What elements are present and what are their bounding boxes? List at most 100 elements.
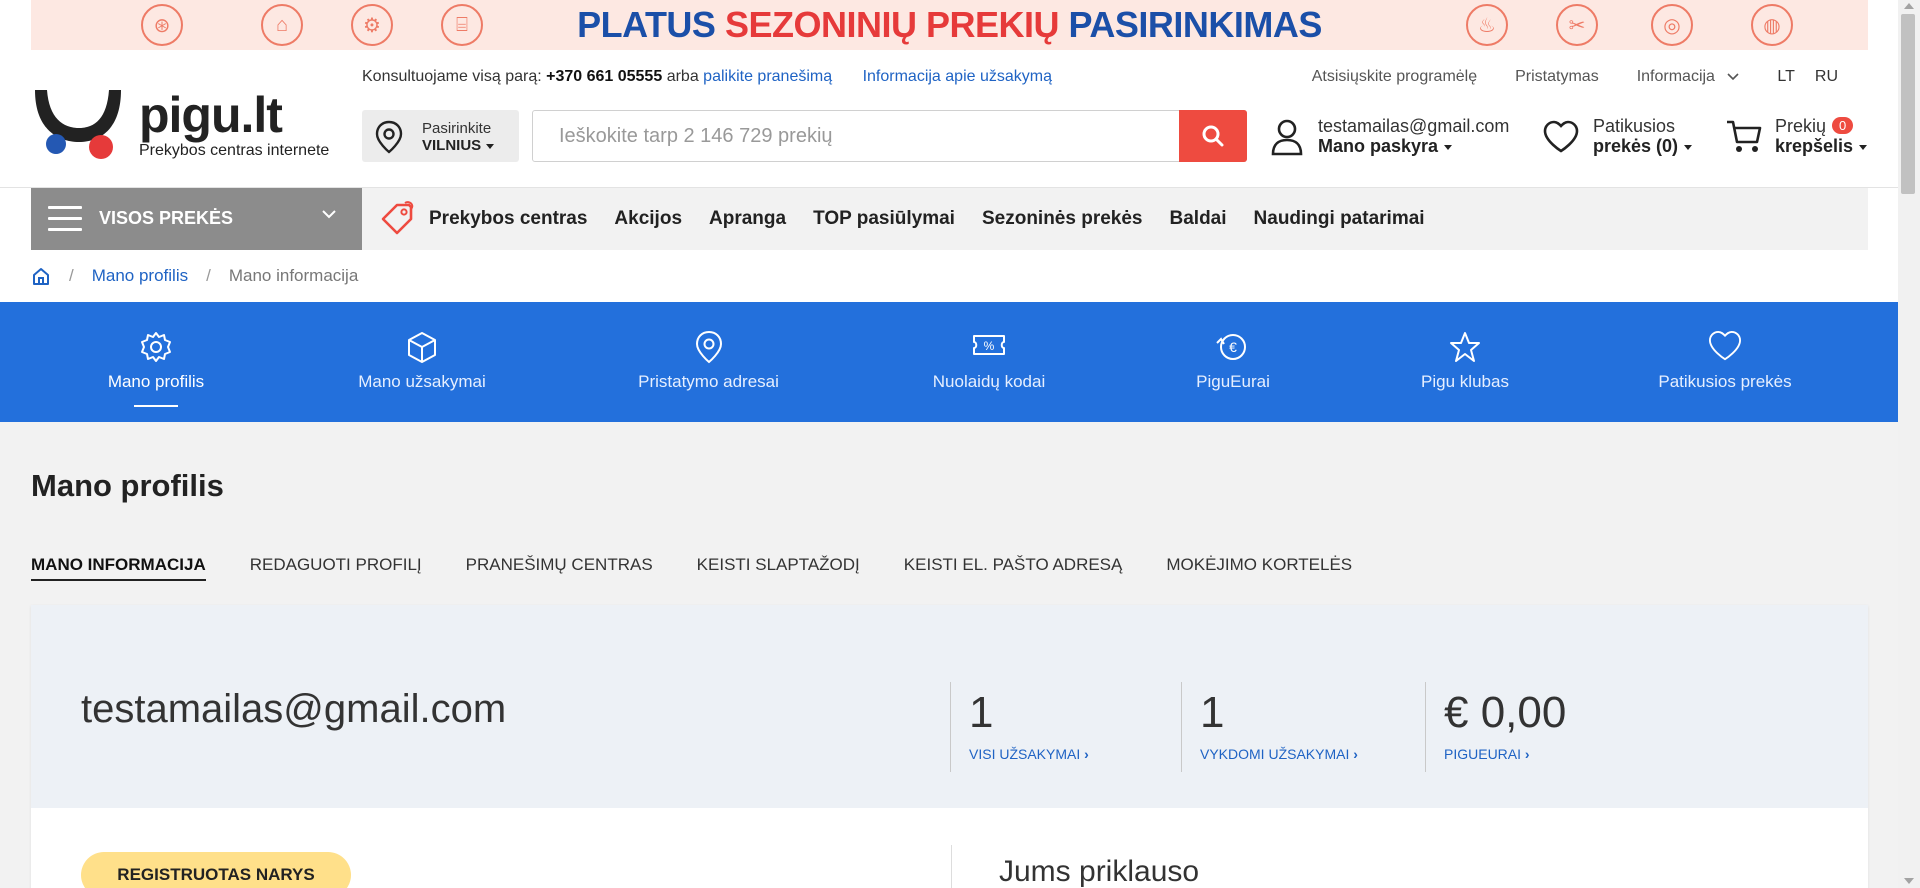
- ball-icon: ◍: [1751, 4, 1793, 46]
- subtab-redaguoti-profili[interactable]: REDAGUOTI PROFILĮ: [250, 555, 422, 581]
- nav-item-prekybos-centras[interactable]: Prekybos centras: [429, 208, 587, 230]
- logo-smile-icon: [35, 90, 121, 159]
- all-orders-link[interactable]: VISI UŽSAKYMAI ›: [969, 746, 1089, 762]
- subtab-keisti-el-pasto-adresa[interactable]: KEISTI EL. PAŠTO ADRESĄ: [904, 555, 1123, 581]
- location-selector[interactable]: Pasirinkite VILNIUS: [362, 110, 519, 162]
- svg-text:€: €: [1229, 339, 1237, 355]
- euro-cycle-icon: €: [1216, 334, 1246, 360]
- home-icon[interactable]: [31, 266, 51, 286]
- tab-pristatymo-adresai[interactable]: Pristatymo adresai: [637, 302, 780, 422]
- logo-tagline: Prekybos centras internete: [139, 142, 330, 159]
- tab-pigu-klubas[interactable]: Pigu klubas: [1415, 302, 1515, 422]
- gear-icon: [141, 332, 171, 362]
- caret-down-icon: [1444, 144, 1453, 150]
- search-button[interactable]: [1179, 110, 1247, 162]
- order-info-link[interactable]: Informacija apie užsakymą: [863, 68, 1052, 85]
- location-label: Pasirinkite: [422, 120, 492, 137]
- chevron-down-icon: [1727, 73, 1739, 81]
- nav-item-apranga[interactable]: Apranga: [709, 208, 786, 230]
- chevron-down-icon: [322, 210, 336, 219]
- site-logo[interactable]: pigu.lt Prekybos centras internete: [31, 84, 341, 164]
- page-scrollbar[interactable]: [1898, 0, 1920, 888]
- box-icon: [408, 332, 436, 363]
- profile-summary-card: testamailas@gmail.com 1 VISI UŽSAKYMAI ›…: [31, 605, 1868, 888]
- main-nav: VISOS PREKĖS Prekybos centras Akcijos Ap…: [31, 188, 1868, 250]
- wishlist-line1: Patikusios: [1593, 116, 1676, 136]
- top-links: Atsisiųskite programėlę Pristatymas Info…: [1312, 68, 1838, 86]
- pigueurai-link[interactable]: PIGUEURAI ›: [1444, 746, 1566, 762]
- tab-nuolaidu-kodai[interactable]: % Nuolaidų kodai: [932, 302, 1046, 422]
- stat-value: € 0,00: [1444, 688, 1567, 737]
- breadcrumb-current: Mano informacija: [228, 266, 359, 285]
- nav-item-top-pasiulymai[interactable]: TOP pasiūlymai: [813, 208, 955, 230]
- account-email: testamailas@gmail.com: [1318, 116, 1510, 136]
- caret-down-icon: [1684, 144, 1693, 150]
- contact-info: Konsultuojame visą parą: +370 661 05555 …: [362, 68, 1052, 85]
- member-status-badge: REGISTRUOTAS NARYS: [81, 852, 351, 888]
- nav-items: Prekybos centras Akcijos Apranga TOP pas…: [379, 188, 1452, 250]
- stat-pigueurai: € 0,00 PIGUEURAI ›: [1425, 682, 1566, 772]
- promo-banner[interactable]: ⊛ ⌂ ⚙ ⌸ PLATUS SEZONINIŲ PREKIŲ PASIRINK…: [31, 0, 1868, 50]
- caret-down-icon: [1859, 144, 1868, 150]
- location-city: VILNIUS: [422, 137, 495, 154]
- active-orders-link[interactable]: VYKDOMI UŽSAKYMAI ›: [1200, 746, 1358, 762]
- wheel-icon: ⊛: [141, 4, 183, 46]
- wishlist-line2: prekės (0): [1593, 136, 1693, 157]
- subtab-mano-informacija[interactable]: MANO INFORMACIJA: [31, 555, 206, 581]
- map-pin-icon: [695, 330, 722, 364]
- logo-name: pigu.lt: [139, 87, 283, 143]
- lang-lt[interactable]: LT: [1777, 68, 1794, 86]
- chainsaw-icon: ✂: [1556, 4, 1598, 46]
- tab-patikusios-prekes[interactable]: Patikusios prekės: [1658, 302, 1792, 422]
- scrollbar-thumb[interactable]: [1901, 14, 1915, 194]
- search-bar: [532, 110, 1247, 162]
- breadcrumb-profile[interactable]: Mano profilis: [92, 266, 188, 286]
- discount-ticket-icon: %: [973, 335, 1005, 355]
- subtab-pranesimu-centras[interactable]: PRANEŠIMŲ CENTRAS: [466, 555, 653, 581]
- caret-down-icon: [486, 143, 495, 149]
- scroll-up-icon[interactable]: [1904, 3, 1914, 9]
- scroll-down-icon[interactable]: [1904, 878, 1914, 884]
- tab-mano-profilis[interactable]: Mano profilis: [106, 302, 206, 422]
- profile-email: testamailas@gmail.com: [81, 687, 507, 731]
- tab-mano-uzsakymai[interactable]: Mano užsakymai: [357, 302, 487, 422]
- user-icon: [1271, 119, 1303, 156]
- nav-item-sezonines-prekes[interactable]: Sezoninės prekės: [982, 208, 1143, 230]
- cart-icon: [1727, 120, 1762, 152]
- profile-tabs: Mano profilis Mano užsakymai Pristatymo …: [0, 302, 1898, 422]
- nav-item-naudingi-patarimai[interactable]: Naudingi patarimai: [1254, 208, 1425, 230]
- tab-pigueurai[interactable]: € PiguEurai: [1193, 302, 1273, 422]
- cart-line1: Prekių: [1775, 116, 1827, 136]
- playground-icon: ⌸: [441, 4, 483, 46]
- cart-line2: krepšelis: [1775, 136, 1868, 157]
- subtab-mokejimo-korteles[interactable]: MOKĖJIMO KORTELĖS: [1166, 555, 1352, 581]
- account-label: Mano paskyra: [1318, 136, 1453, 157]
- search-icon: [1202, 125, 1224, 147]
- phone-number[interactable]: +370 661 05555: [546, 68, 662, 85]
- card-divider: [951, 845, 952, 888]
- banner-text: PLATUS SEZONINIŲ PREKIŲ PASIRINKIMAS: [577, 4, 1322, 45]
- delivery-link[interactable]: Pristatymas: [1515, 68, 1599, 86]
- stat-all-orders: 1 VISI UŽSAKYMAI ›: [950, 682, 1089, 772]
- lang-ru[interactable]: RU: [1815, 68, 1838, 86]
- hamburger-icon: [48, 206, 82, 232]
- nav-item-baldai[interactable]: Baldai: [1170, 208, 1227, 230]
- leave-message-link[interactable]: palikite pranešimą: [703, 68, 832, 85]
- lawnmower-icon: ⚙: [351, 4, 393, 46]
- download-app-link[interactable]: Atsisiųskite programėlę: [1312, 68, 1477, 86]
- subtab-keisti-slaptazodi[interactable]: KEISTI SLAPTAŽODĮ: [697, 555, 860, 581]
- summary-header: testamailas@gmail.com 1 VISI UŽSAKYMAI ›…: [31, 605, 1868, 808]
- search-input[interactable]: [533, 111, 1178, 161]
- heart-icon: [1708, 330, 1742, 361]
- map-pin-icon: [375, 120, 403, 154]
- page-title: Mano profilis: [31, 468, 224, 503]
- active-tab-indicator: [134, 405, 178, 407]
- stat-value: 1: [969, 688, 994, 737]
- nav-item-akcijos[interactable]: Akcijos: [614, 208, 682, 230]
- information-dropdown[interactable]: Informacija: [1637, 68, 1740, 86]
- star-icon: [1450, 332, 1480, 362]
- all-products-button[interactable]: VISOS PREKĖS: [31, 188, 362, 250]
- heart-icon: [1543, 120, 1579, 153]
- cart-count-badge: 0: [1832, 117, 1854, 134]
- stat-value: 1: [1200, 688, 1225, 737]
